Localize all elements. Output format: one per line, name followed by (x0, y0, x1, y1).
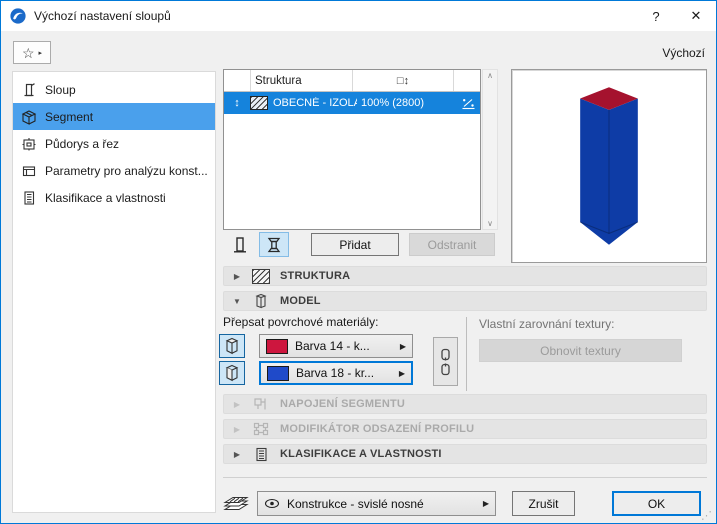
hatch-icon (252, 268, 270, 284)
scroll-down-icon[interactable]: ∨ (483, 219, 497, 228)
dropdown-arrow-icon: ▶ (482, 499, 489, 508)
sidebar-item-segment[interactable]: Segment (13, 103, 215, 130)
layer-dropdown[interactable]: Konstrukce - svislé nosné ▶ (257, 491, 496, 516)
section-label: MODIFIKÁTOR ODSAZENÍ PROFILU (280, 423, 475, 435)
sidebar-item-parametry[interactable]: Parametry pro analýzu konst... (13, 157, 215, 184)
row-reorder-icon[interactable]: ↕ (224, 97, 250, 109)
reset-texture-button: Obnovit textury (479, 339, 682, 362)
sidebar-item-label: Segment (45, 109, 94, 124)
segment-cube-icon (21, 109, 37, 125)
settings-sidebar: Sloup Segment Půdorys a řez Parametry pr… (12, 71, 216, 513)
section-label: MODEL (280, 295, 321, 307)
link-materials-button[interactable] (433, 337, 458, 386)
column-preview-graphic (579, 86, 639, 245)
chevron-down-icon: ▼ (233, 296, 241, 306)
table-header: Struktura □↕ (224, 70, 480, 92)
chevron-right-icon: ▶ (233, 449, 241, 459)
eye-icon (264, 498, 280, 509)
cube-top-icon (225, 337, 239, 355)
prism-icon (252, 293, 270, 309)
chain-link-icon (441, 348, 450, 375)
sidebar-item-pudorys[interactable]: Půdorys a řez (13, 130, 215, 157)
fill-hatch-swatch (250, 96, 268, 110)
sidebar-item-label: Půdorys a řez (45, 136, 120, 151)
sidebar-item-klasifikace[interactable]: Klasifikace a vlastnosti (13, 184, 215, 211)
table-row[interactable]: ↕ OBECNÉ - IZOLAČNÍ M... 100% (2800) (224, 92, 480, 114)
segment-join-icon (252, 397, 270, 411)
header-height-icon: □↕ (353, 70, 454, 91)
section-label: STRUKTURA (280, 270, 351, 282)
plan-section-icon (21, 136, 37, 152)
section-napojeni: ▶ NAPOJENÍ SEGMENTU (223, 394, 707, 414)
sidebar-item-label: Parametry pro analýzu konst... (45, 163, 208, 178)
profile-offset-icon (252, 422, 270, 436)
table-scrollbar[interactable]: ∧ ∨ (482, 69, 498, 230)
section-struktura[interactable]: ▶ STRUKTURA (223, 266, 707, 286)
section-klasifikace[interactable]: ▶ KLASIFIKACE A VLASTNOSTI (223, 444, 707, 464)
dropdown-arrow-icon: ▶ (398, 368, 405, 378)
title-bar: Výchozí nastavení sloupů ? ✕ (1, 1, 716, 31)
resize-grip[interactable]: ⋰ (701, 509, 712, 522)
edit-dimension-icon[interactable] (456, 97, 480, 110)
default-button[interactable]: Výchozí (662, 46, 705, 60)
sidebar-item-label: Sloup (45, 82, 76, 97)
header-spacer-2 (454, 70, 480, 91)
material-dropdown-top[interactable]: Barva 14 - k... ▶ (259, 334, 413, 358)
archicad-logo-icon (10, 8, 26, 24)
plain-column-toggle[interactable] (225, 232, 255, 257)
remove-button: Odstranit (409, 233, 495, 256)
cube-side-icon (225, 364, 239, 382)
capital-column-toggle[interactable] (259, 232, 289, 257)
section-modifikator: ▶ MODIFIKÁTOR ODSAZENÍ PROFILU (223, 419, 707, 439)
ok-button[interactable]: OK (612, 491, 701, 516)
chevron-right-icon: ▶ (233, 271, 241, 281)
section-label: KLASIFIKACE A VLASTNOSTI (280, 448, 442, 460)
document-lines-icon (21, 190, 37, 206)
segment-height-value: 100% (2800) (361, 97, 424, 109)
sidebar-item-label: Klasifikace a vlastnosti (45, 190, 166, 205)
dialog-title: Výchozí nastavení sloupů (34, 9, 171, 23)
favorites-button[interactable]: ☆ ▸ (13, 41, 51, 64)
top-surface-toggle[interactable] (219, 334, 245, 358)
dropdown-arrow-icon: ▶ (399, 341, 406, 351)
analysis-params-icon (21, 163, 37, 179)
plain-column-icon (234, 236, 246, 252)
capital-column-icon (267, 237, 281, 252)
close-button[interactable]: ✕ (676, 1, 716, 31)
sidebar-item-sloup[interactable]: Sloup (13, 76, 215, 103)
section-label: NAPOJENÍ SEGMENTU (280, 398, 406, 410)
side-surface-toggle[interactable] (219, 361, 245, 385)
layers-icon (223, 493, 249, 516)
flyout-arrow-icon: ▸ (38, 49, 43, 57)
star-icon: ☆ (21, 44, 35, 61)
segment-structure-table: Struktura □↕ ↕ OBECNÉ - IZOLAČNÍ M... 10… (223, 69, 481, 230)
chevron-right-icon: ▶ (233, 424, 241, 434)
cancel-button[interactable]: Zrušit (512, 491, 575, 516)
layer-name: Konstrukce - svislé nosné (287, 496, 424, 511)
material-label: Barva 14 - k... (295, 339, 370, 353)
chevron-right-icon: ▶ (233, 399, 241, 409)
vertical-divider (466, 317, 467, 391)
header-struktura: Struktura (251, 70, 353, 91)
help-button[interactable]: ? (636, 1, 676, 31)
add-button[interactable]: Přidat (311, 233, 399, 256)
footer-separator (223, 477, 707, 478)
material-label: Barva 18 - kr... (296, 366, 375, 380)
override-materials-label: Přepsat povrchové materiály: (223, 315, 379, 329)
section-model[interactable]: ▼ MODEL (223, 291, 707, 311)
color-swatch-blue (267, 365, 289, 381)
document-lines-icon (252, 447, 270, 462)
material-dropdown-side[interactable]: Barva 18 - kr... ▶ (259, 361, 413, 385)
color-swatch-red (266, 338, 288, 354)
header-spacer (224, 70, 251, 91)
column-settings-dialog: Výchozí nastavení sloupů ? ✕ ☆ ▸ Výchozí… (0, 0, 717, 524)
column-preview[interactable] (511, 69, 707, 263)
column-icon (21, 82, 37, 98)
scroll-up-icon[interactable]: ∧ (483, 71, 497, 80)
material-name: OBECNÉ - IZOLAČNÍ M... (273, 97, 357, 109)
texture-alignment-label: Vlastní zarovnání textury: (479, 317, 615, 331)
